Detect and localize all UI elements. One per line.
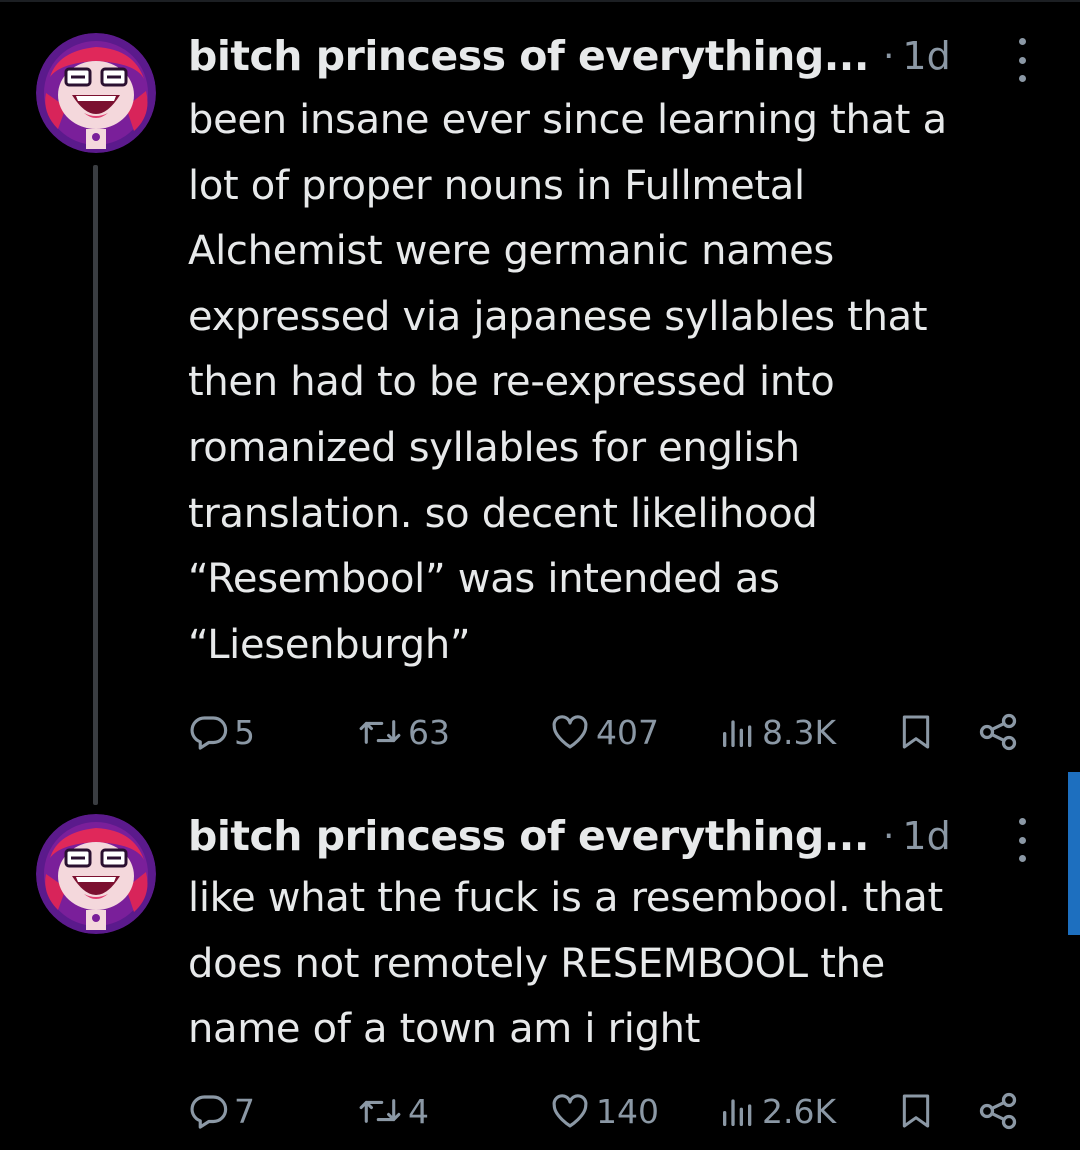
- bookmark-button[interactable]: [896, 1086, 936, 1136]
- tweet-text: like what the fuck is a resembool. that …: [188, 866, 1048, 1063]
- avatar-image: [36, 33, 156, 153]
- view-count: 8.3K: [762, 712, 837, 752]
- separator-dot: ·: [882, 815, 895, 857]
- text-line: been insane ever since learning that a: [188, 97, 947, 143]
- views-button[interactable]: 8.3K: [718, 707, 836, 757]
- tweet-text: been insane ever since learning that a l…: [188, 88, 1048, 678]
- tweet-header: bitch princess of everything... · 1d: [188, 808, 951, 864]
- views-bar-chart-icon: [723, 1099, 752, 1126]
- text-line: name of a town am i right: [188, 1006, 701, 1053]
- share-icon: [979, 1092, 1017, 1130]
- tweet-header: bitch princess of everything... · 1d: [188, 28, 951, 84]
- text-line: lot of proper nouns in Fullmetal: [188, 162, 805, 209]
- author-name[interactable]: bitch princess of everything...: [188, 32, 869, 80]
- text-line: “Resembool” was intended as: [188, 556, 780, 603]
- repost-icon: [359, 720, 401, 744]
- text-line: “Liesenburgh”: [188, 621, 471, 668]
- avatar-image: [36, 814, 156, 934]
- avatar[interactable]: [36, 33, 156, 153]
- action-bar: 7 4 140 2.6K: [0, 1086, 1080, 1136]
- more-vertical-icon[interactable]: [1010, 818, 1034, 862]
- repost-count: 63: [408, 712, 450, 752]
- text-line: Alchemist were germanic names: [188, 228, 834, 275]
- views-bar-chart-icon: [723, 720, 752, 747]
- bookmark-icon: [902, 1094, 930, 1128]
- tweet-2[interactable]: bitch princess of everything... · 1d lik…: [0, 790, 1080, 1150]
- text-line: expressed via japanese syllables that: [188, 293, 928, 340]
- reply-count: 5: [234, 712, 255, 752]
- text-line: translation. so decent likelihood: [188, 490, 818, 537]
- bookmark-icon: [902, 715, 930, 749]
- like-button[interactable]: 140: [548, 1086, 659, 1136]
- reply-button[interactable]: 7: [188, 1086, 255, 1136]
- separator-dot: ·: [882, 35, 895, 77]
- like-count: 407: [596, 712, 659, 752]
- repost-button[interactable]: 4: [356, 1086, 429, 1136]
- views-button[interactable]: 2.6K: [718, 1086, 836, 1136]
- bookmark-button[interactable]: [896, 707, 936, 757]
- action-bar: 5 63 407 8.3K: [0, 707, 1080, 757]
- repost-count: 4: [408, 1091, 429, 1131]
- timestamp[interactable]: 1d: [902, 34, 950, 78]
- more-vertical-icon[interactable]: [1010, 38, 1034, 82]
- avatar[interactable]: [36, 814, 156, 934]
- share-button[interactable]: [976, 1086, 1020, 1136]
- heart-icon: [552, 1094, 588, 1128]
- like-button[interactable]: 407: [548, 707, 659, 757]
- author-name[interactable]: bitch princess of everything...: [188, 812, 869, 860]
- reply-button[interactable]: 5: [188, 707, 255, 757]
- text-line: does not remotely RESEMBOOL the: [188, 940, 885, 987]
- reply-count: 7: [234, 1091, 255, 1131]
- heart-icon: [552, 715, 588, 749]
- text-line: then had to be re-expressed into: [188, 359, 835, 406]
- text-line: like what the fuck is a resembool. that: [188, 875, 943, 921]
- share-button[interactable]: [976, 707, 1020, 757]
- tweet-1[interactable]: bitch princess of everything... · 1d bee…: [0, 0, 1080, 780]
- reply-bubble-icon: [190, 1095, 228, 1129]
- view-count: 2.6K: [762, 1091, 837, 1131]
- share-icon: [979, 713, 1017, 751]
- like-count: 140: [596, 1091, 659, 1131]
- repost-icon: [359, 1099, 401, 1123]
- timestamp[interactable]: 1d: [902, 814, 950, 858]
- text-line: romanized syllables for english: [188, 424, 800, 471]
- repost-button[interactable]: 63: [356, 707, 450, 757]
- reply-bubble-icon: [190, 716, 228, 750]
